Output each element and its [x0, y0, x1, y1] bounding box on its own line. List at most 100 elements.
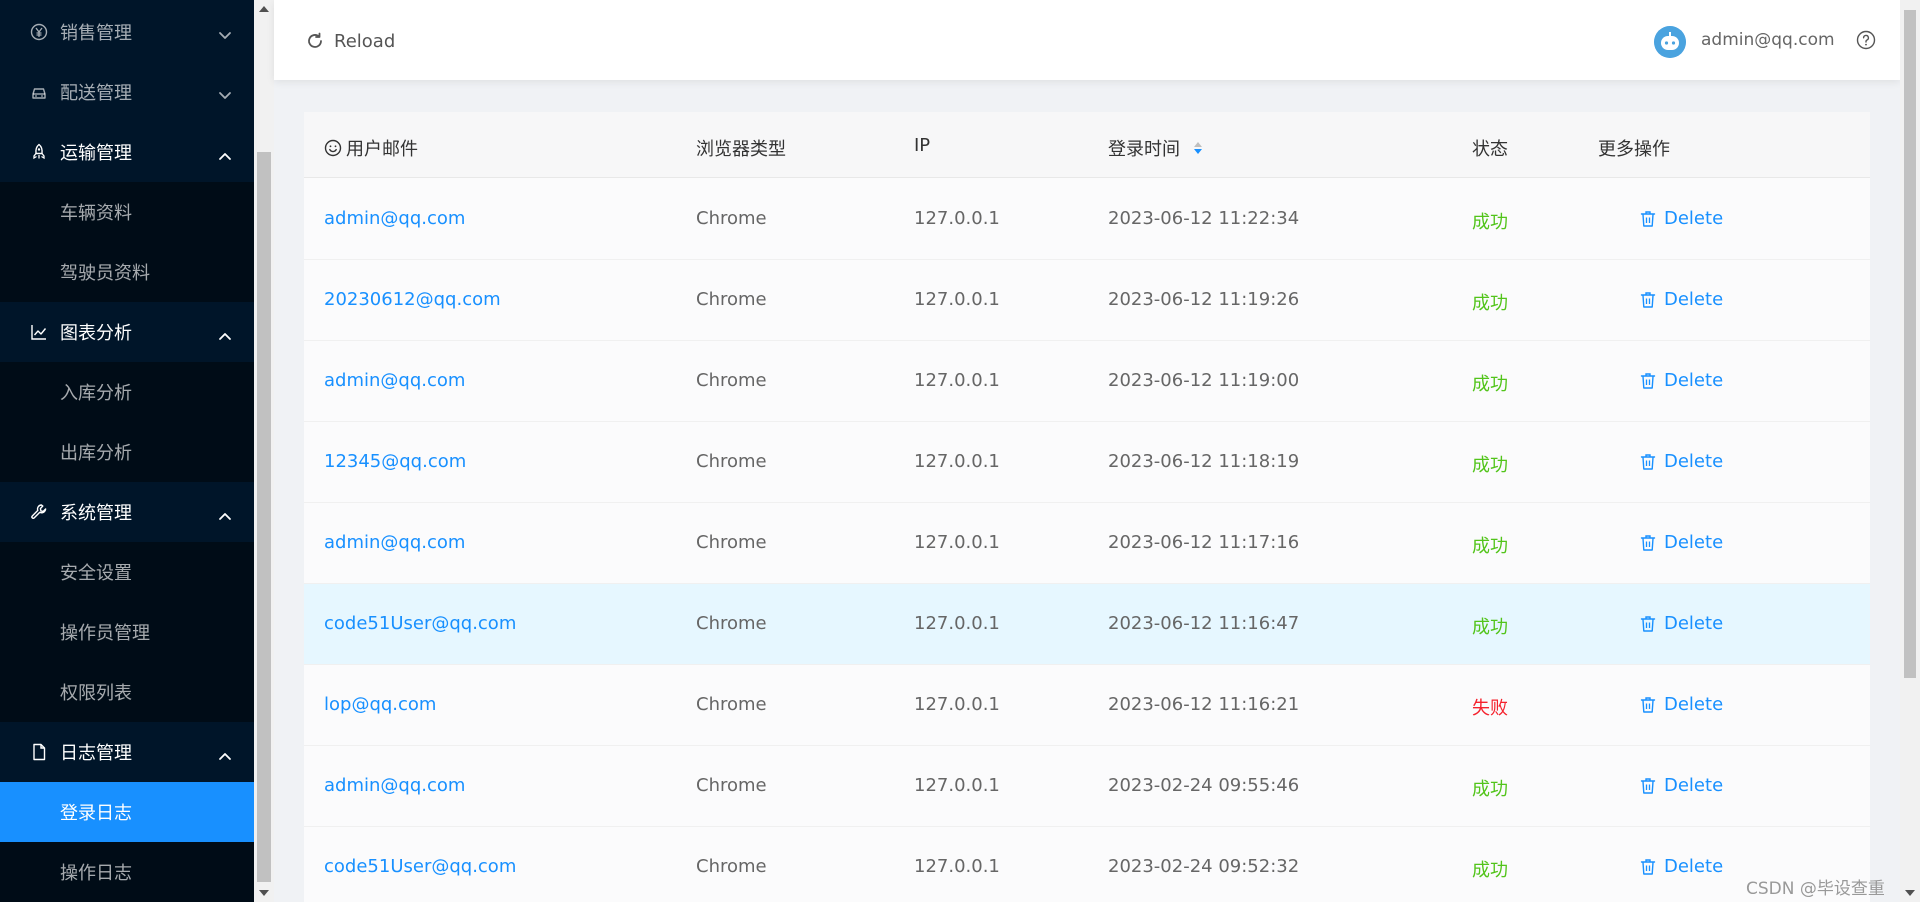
login-time-cell: 2023-06-12 11:22:34 [1108, 208, 1300, 229]
sidebar-item-7[interactable]: 出库分析 [0, 422, 254, 482]
sort-icon[interactable] [1192, 139, 1204, 157]
login-time-cell: 2023-02-24 09:52:32 [1108, 856, 1300, 877]
sidebar-item-14[interactable]: 操作日志 [0, 842, 254, 902]
login-time-cell: 2023-06-12 11:19:26 [1108, 289, 1300, 310]
ip-cell: 127.0.0.1 [914, 856, 1000, 877]
delete-button[interactable]: Delete [1640, 856, 1723, 877]
table-header: 用户邮件 浏览器类型 IP 登录时间 状态 更多操作 [304, 112, 1870, 178]
table-row: lop@qq.com Chrome 127.0.0.1 2023-06-12 11:1… [304, 665, 1870, 746]
ip-cell: 127.0.0.1 [914, 694, 1000, 715]
delete-label: Delete [1664, 532, 1724, 553]
email-link[interactable]: code51User@qq.com [324, 613, 516, 634]
trash-icon [1640, 696, 1656, 713]
delete-button[interactable]: Delete [1640, 532, 1723, 553]
trash-icon [1640, 453, 1656, 470]
column-header-actions: 更多操作 [1598, 139, 1670, 160]
email-link[interactable]: admin@qq.com [324, 532, 465, 553]
sidebar-item-8[interactable]: 系统管理 [0, 482, 254, 542]
status-cell: 成功 [1472, 536, 1508, 557]
scroll-down-arrow[interactable] [1905, 890, 1915, 896]
trash-icon [1640, 372, 1656, 389]
sidebar-item-13[interactable]: 登录日志 [0, 782, 254, 842]
avatar[interactable] [1654, 26, 1686, 58]
delete-label: Delete [1664, 370, 1724, 391]
column-header-browser: 浏览器类型 [696, 139, 786, 160]
line-chart-icon [30, 323, 48, 341]
scrollbar-thumb[interactable] [1904, 10, 1916, 678]
ip-cell: 127.0.0.1 [914, 370, 1000, 391]
login-time-cell: 2023-06-12 11:19:00 [1108, 370, 1300, 391]
sidebar-item-2[interactable]: 运输管理 [0, 122, 254, 182]
sidebar-item-12[interactable]: 日志管理 [0, 722, 254, 782]
sidebar-item-9[interactable]: 安全设置 [0, 542, 254, 602]
table-row: 12345@qq.com Chrome 127.0.0.1 2023-06-12 11… [304, 422, 1870, 503]
delete-label: Delete [1664, 694, 1724, 715]
login-time-cell: 2023-06-12 11:17:16 [1108, 532, 1300, 553]
sidebar-item-label: 操作日志 [60, 863, 132, 884]
status-cell: 成功 [1472, 455, 1508, 476]
sidebar-item-label: 权限列表 [60, 683, 132, 704]
sidebar-item-5[interactable]: 图表分析 [0, 302, 254, 362]
table-row: admin@qq.com Chrome 127.0.0.1 2023-06-12 11… [304, 503, 1870, 584]
delete-button[interactable]: Delete [1640, 208, 1723, 229]
delete-button[interactable]: Delete [1640, 775, 1723, 796]
scrollbar-thumb[interactable] [257, 152, 271, 882]
sidebar-item-label: 车辆资料 [60, 203, 132, 224]
question-circle-icon[interactable] [1856, 30, 1876, 50]
browser-cell: Chrome [696, 775, 767, 796]
email-link[interactable]: admin@qq.com [324, 208, 465, 229]
ip-cell: 127.0.0.1 [914, 451, 1000, 472]
login-time-cell: 2023-06-12 11:18:19 [1108, 451, 1300, 472]
sidebar-item-4[interactable]: 驾驶员资料 [0, 242, 254, 302]
rocket-icon [30, 143, 48, 161]
delete-label: Delete [1664, 856, 1724, 877]
sidebar-item-label: 图表分析 [60, 323, 132, 344]
sidebar-item-11[interactable]: 权限列表 [0, 662, 254, 722]
reload-button[interactable]: Reload [306, 28, 395, 54]
scroll-down-arrow[interactable] [259, 890, 269, 896]
email-link[interactable]: lop@qq.com [324, 694, 436, 715]
delete-button[interactable]: Delete [1640, 613, 1723, 634]
sidebar-item-3[interactable]: 车辆资料 [0, 182, 254, 242]
sidebar-item-label: 登录日志 [60, 803, 132, 824]
delete-label: Delete [1664, 208, 1724, 229]
status-cell: 成功 [1472, 860, 1508, 881]
browser-cell: Chrome [696, 451, 767, 472]
login-log-table: 用户邮件 浏览器类型 IP 登录时间 状态 更多操作 admin@qq.com C… [304, 112, 1870, 902]
sidebar-item-6[interactable]: 入库分析 [0, 362, 254, 422]
email-link[interactable]: admin@qq.com [324, 775, 465, 796]
sidebar-item-label: 操作员管理 [60, 623, 150, 644]
browser-cell: Chrome [696, 694, 767, 715]
delete-button[interactable]: Delete [1640, 370, 1723, 391]
email-link[interactable]: admin@qq.com [324, 370, 465, 391]
status-cell: 失败 [1472, 698, 1508, 719]
chevron-down-icon [218, 26, 232, 39]
sidebar: 销售管理配送管理运输管理车辆资料驾驶员资料图表分析入库分析出库分析系统管理安全设… [0, 0, 254, 902]
sidebar-scrollbar[interactable] [254, 0, 274, 902]
sidebar-item-10[interactable]: 操作员管理 [0, 602, 254, 662]
tool-icon [30, 503, 48, 521]
column-header-login-time[interactable]: 登录时间 [1108, 135, 1204, 161]
sidebar-item-label: 安全设置 [60, 563, 132, 584]
scroll-up-arrow[interactable] [259, 6, 269, 12]
login-time-cell: 2023-02-24 09:55:46 [1108, 775, 1300, 796]
browser-cell: Chrome [696, 613, 767, 634]
email-link[interactable]: 12345@qq.com [324, 451, 466, 472]
chevron-up-icon [218, 746, 232, 760]
trash-icon [1640, 777, 1656, 794]
ip-cell: 127.0.0.1 [914, 775, 1000, 796]
sidebar-item-1[interactable]: 配送管理 [0, 62, 254, 122]
sidebar-item-0[interactable]: 销售管理 [0, 2, 254, 62]
sidebar-item-label: 系统管理 [60, 503, 132, 524]
sidebar-item-label: 入库分析 [60, 383, 132, 404]
column-header-ip: IP [914, 135, 931, 156]
trash-icon [1640, 534, 1656, 551]
email-link[interactable]: 20230612@qq.com [324, 289, 501, 310]
delete-button[interactable]: Delete [1640, 451, 1723, 472]
sidebar-item-label: 配送管理 [60, 83, 132, 104]
delete-button[interactable]: Delete [1640, 694, 1723, 715]
page-scrollbar[interactable] [1900, 0, 1920, 902]
email-link[interactable]: code51User@qq.com [324, 856, 516, 877]
delete-button[interactable]: Delete [1640, 289, 1723, 310]
user-email[interactable]: admin@qq.com [1701, 30, 1835, 50]
